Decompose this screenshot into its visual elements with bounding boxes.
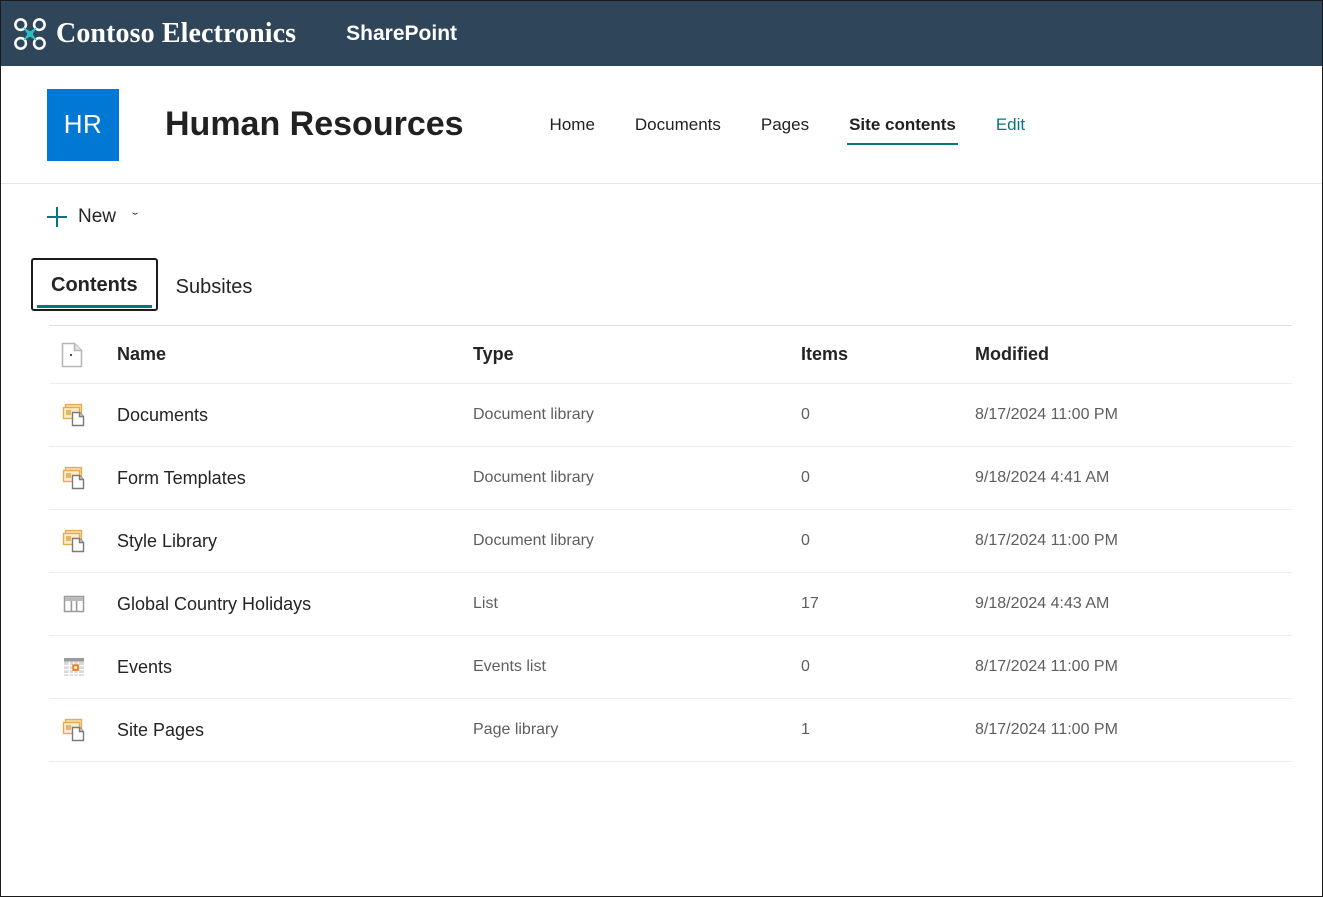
row-icon-cell — [49, 528, 117, 554]
plus-icon — [47, 207, 67, 227]
document-library-icon — [61, 528, 87, 554]
row-icon-cell — [49, 465, 117, 491]
new-button[interactable]: New ˇ — [45, 200, 143, 234]
table-row[interactable]: Events Events list 0 8/17/2024 11:00 PM — [49, 636, 1292, 699]
row-items: 17 — [801, 595, 975, 613]
row-items: 0 — [801, 532, 975, 550]
tab-list: Contents Subsites — [31, 258, 1322, 311]
page-title: Human Resources — [165, 105, 464, 144]
column-header-modified[interactable]: Modified — [975, 344, 1292, 365]
document-library-icon — [61, 465, 87, 491]
row-items: 0 — [801, 658, 975, 676]
column-header-name[interactable]: Name — [117, 344, 473, 365]
row-name[interactable]: Form Templates — [117, 468, 473, 489]
nav-item-home[interactable]: Home — [530, 116, 615, 133]
row-name[interactable]: Global Country Holidays — [117, 594, 473, 615]
row-name[interactable]: Style Library — [117, 531, 473, 552]
column-header-type[interactable]: Type — [473, 344, 801, 365]
row-icon-cell — [49, 402, 117, 428]
document-library-icon — [61, 402, 87, 428]
events-list-icon — [61, 654, 87, 680]
row-modified: 8/17/2024 11:00 PM — [975, 406, 1292, 424]
table-row[interactable]: Style Library Document library 0 8/17/20… — [49, 510, 1292, 573]
document-library-icon — [61, 717, 87, 743]
suite-bar: Contoso Electronics SharePoint — [1, 1, 1322, 66]
row-type: Document library — [473, 406, 801, 424]
brand-name: Contoso Electronics — [56, 18, 296, 50]
site-contents-page: Contoso Electronics SharePoint HR Human … — [0, 0, 1323, 897]
row-modified: 9/18/2024 4:43 AM — [975, 595, 1292, 613]
row-items: 0 — [801, 406, 975, 424]
site-header: HR Human Resources Home Documents Pages … — [1, 66, 1322, 184]
row-type: Events list — [473, 658, 801, 676]
row-modified: 9/18/2024 4:41 AM — [975, 469, 1292, 487]
tab-contents[interactable]: Contents — [31, 258, 158, 311]
chevron-down-icon: ˇ — [132, 211, 138, 224]
app-name-sharepoint[interactable]: SharePoint — [346, 22, 457, 46]
nav-item-pages[interactable]: Pages — [741, 116, 829, 133]
row-icon-cell — [49, 717, 117, 743]
file-icon — [61, 342, 83, 368]
command-bar: New ˇ — [1, 184, 1322, 250]
column-header-items[interactable]: Items — [801, 344, 975, 365]
row-items: 1 — [801, 721, 975, 739]
row-modified: 8/17/2024 11:00 PM — [975, 532, 1292, 550]
nav-item-documents[interactable]: Documents — [615, 116, 741, 133]
row-type: Document library — [473, 469, 801, 487]
row-name[interactable]: Site Pages — [117, 720, 473, 741]
column-header-icon[interactable] — [49, 342, 117, 368]
brand-link[interactable]: Contoso Electronics — [13, 17, 296, 51]
site-contents-table: Name Type Items Modified Documents Docum… — [1, 326, 1322, 762]
tabs-region: Contents Subsites — [1, 250, 1322, 311]
tab-subsites[interactable]: Subsites — [158, 262, 271, 311]
row-type: List — [473, 595, 801, 613]
row-name[interactable]: Documents — [117, 405, 473, 426]
site-logo[interactable]: HR — [47, 89, 119, 161]
row-modified: 8/17/2024 11:00 PM — [975, 721, 1292, 739]
table-row[interactable]: Site Pages Page library 1 8/17/2024 11:0… — [49, 699, 1292, 762]
table-header-row: Name Type Items Modified — [49, 326, 1292, 384]
edit-navigation-link[interactable]: Edit — [976, 115, 1045, 135]
row-type: Document library — [473, 532, 801, 550]
drone-icon — [13, 17, 47, 51]
table-row[interactable]: Global Country Holidays List 17 9/18/202… — [49, 573, 1292, 636]
row-icon-cell — [49, 654, 117, 680]
list-icon — [61, 591, 87, 617]
table-row[interactable]: Documents Document library 0 8/17/2024 1… — [49, 384, 1292, 447]
site-navigation: Home Documents Pages Site contents Edit — [530, 66, 1046, 183]
table-row[interactable]: Form Templates Document library 0 9/18/2… — [49, 447, 1292, 510]
row-modified: 8/17/2024 11:00 PM — [975, 658, 1292, 676]
nav-item-site-contents[interactable]: Site contents — [829, 116, 976, 133]
row-items: 0 — [801, 469, 975, 487]
row-icon-cell — [49, 591, 117, 617]
row-type: Page library — [473, 721, 801, 739]
row-name[interactable]: Events — [117, 657, 473, 678]
new-button-label: New — [78, 206, 116, 228]
